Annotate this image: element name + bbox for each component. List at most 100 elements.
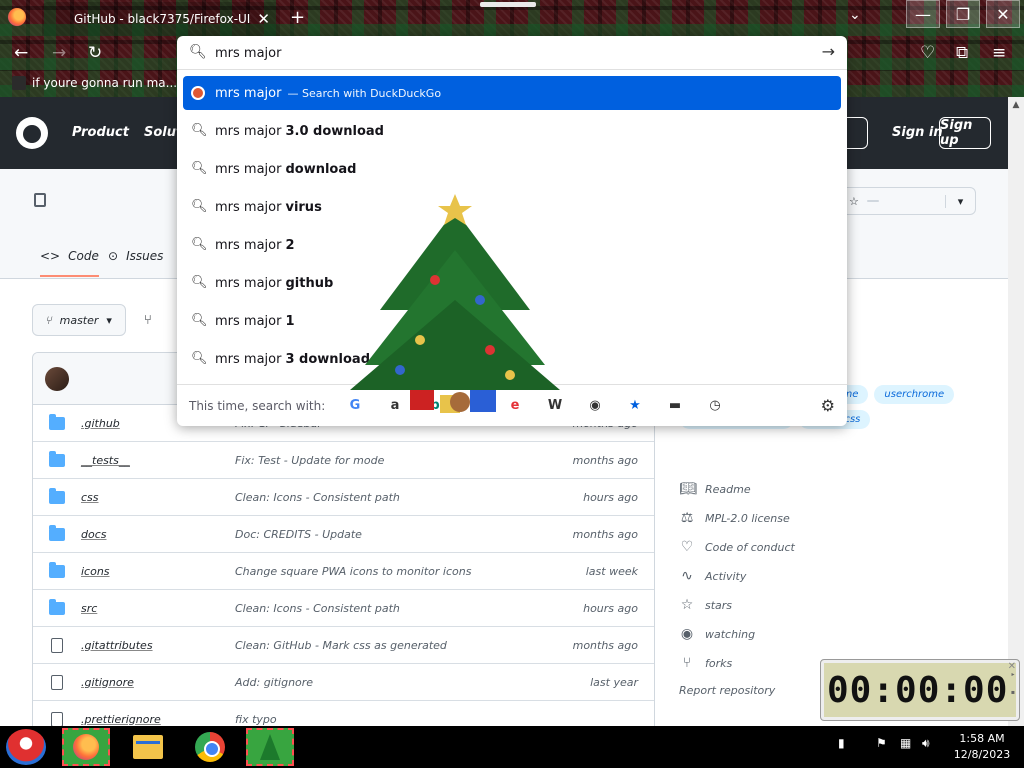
commit-message-link[interactable]: Doc: CREDITS - Update bbox=[235, 528, 362, 541]
reload-icon[interactable]: ↻ bbox=[88, 43, 102, 63]
avatar[interactable] bbox=[45, 366, 69, 391]
restore-button[interactable]: ❐ bbox=[946, 0, 980, 28]
commit-message-link[interactable]: Fix: Test - Update for mode bbox=[235, 454, 384, 467]
file-name-link[interactable]: icons bbox=[81, 565, 110, 578]
taskbar-clock[interactable]: 1:58 AM 12/8/2023 bbox=[944, 731, 1020, 763]
sidebar-item[interactable]: ⑂ forks bbox=[679, 655, 732, 671]
suggestion-base: mrs major bbox=[215, 199, 282, 215]
sidebar-item[interactable]: ☆ stars bbox=[679, 597, 732, 613]
sidebar-item[interactable]: ◉ watching bbox=[679, 626, 755, 642]
suggestion-completion: github bbox=[285, 275, 334, 291]
file-name-link[interactable]: docs bbox=[81, 528, 107, 541]
suggestion-base: mrs major bbox=[215, 313, 282, 329]
tray-action-center-icon[interactable]: ⚑ bbox=[876, 736, 887, 750]
page-scrollbar[interactable]: ▲ ▼ bbox=[1008, 97, 1024, 726]
new-tab-button[interactable]: + bbox=[290, 7, 305, 28]
sidebar-item[interactable]: 📖︎ Readme bbox=[679, 481, 751, 497]
pocket-icon[interactable]: ♡ bbox=[920, 43, 935, 63]
table-row: icons Change square PWA icons to monitor … bbox=[33, 553, 654, 590]
menu-icon[interactable]: ≡ bbox=[992, 43, 1006, 63]
bookmark-item[interactable]: if youre gonna run ma... bbox=[12, 76, 177, 90]
firefox-icon bbox=[73, 734, 99, 760]
sidebar-item-label: Activity bbox=[705, 569, 747, 583]
sign-in-link[interactable]: Sign in bbox=[892, 125, 943, 140]
commit-message-link[interactable]: Clean: Icons - Consistent path bbox=[235, 602, 400, 615]
branches-icon[interactable]: ⑂ bbox=[144, 313, 152, 328]
nav-product[interactable]: Product bbox=[72, 125, 129, 140]
chrome-icon bbox=[195, 732, 225, 762]
commit-message-link[interactable]: Clean: GitHub - Mark css as generated bbox=[235, 639, 447, 652]
taskbar-tree-app[interactable] bbox=[246, 728, 294, 766]
github-logo-icon[interactable] bbox=[16, 117, 48, 149]
chevron-down-icon[interactable]: ▾ bbox=[945, 194, 975, 208]
repo-title[interactable] bbox=[34, 193, 46, 207]
commit-message-link[interactable]: Clean: Icons - Consistent path bbox=[235, 491, 400, 504]
taskbar-chrome[interactable] bbox=[186, 728, 234, 766]
url-input[interactable] bbox=[215, 42, 795, 64]
tray-network-icon[interactable]: ▦ bbox=[900, 736, 911, 750]
history-icon[interactable]: ◷ bbox=[707, 397, 723, 413]
report-repository-link[interactable]: Report repository bbox=[679, 684, 775, 697]
suggestion-item[interactable]: 🔍︎ mrs major download bbox=[183, 152, 841, 186]
topic-tag[interactable]: userchrome bbox=[874, 385, 955, 404]
minimize-button[interactable]: — bbox=[906, 0, 940, 28]
extensions-icon[interactable]: ⧉ bbox=[956, 43, 968, 63]
tab-list-chevron-icon[interactable]: ⌄ bbox=[849, 7, 861, 23]
commit-time: months ago bbox=[572, 638, 638, 652]
taskbar-explorer[interactable] bbox=[124, 728, 172, 766]
suggestion-item[interactable]: 🔍︎ mrs major 3.0 download bbox=[183, 114, 841, 148]
suggestion-selected[interactable]: mrs major — Search with DuckDuckGo bbox=[183, 76, 841, 110]
commit-time: hours ago bbox=[583, 601, 638, 615]
tray-flag-icon[interactable]: ▮ bbox=[838, 736, 845, 750]
drag-indicator bbox=[480, 2, 536, 7]
taskbar-firefox[interactable] bbox=[62, 728, 110, 766]
folder-icon bbox=[49, 413, 65, 430]
file-name-link[interactable]: css bbox=[81, 491, 99, 504]
tab-code-label: Code bbox=[68, 249, 99, 263]
sidebar-item[interactable]: ♡ Code of conduct bbox=[679, 539, 795, 555]
commit-message-link[interactable]: Change square PWA icons to monitor icons bbox=[235, 565, 471, 578]
github-icon[interactable]: ◉ bbox=[587, 397, 603, 413]
forward-icon[interactable]: → bbox=[52, 43, 66, 63]
commit-message-link[interactable]: Add: gitignore bbox=[235, 676, 313, 689]
suggestion-completion: download bbox=[285, 161, 357, 177]
go-arrow-icon[interactable]: → bbox=[822, 42, 835, 61]
star-button[interactable]: ☆ ▾ bbox=[840, 187, 976, 215]
readme-icon: 📖︎ bbox=[679, 481, 697, 497]
table-row: .gitignore Add: gitignore last year bbox=[33, 664, 654, 701]
sidebar-item-label: watching bbox=[705, 627, 756, 641]
tray-volume-icon[interactable]: 🔊︎ bbox=[922, 736, 930, 751]
close-tab-icon[interactable]: ✕ bbox=[257, 10, 270, 28]
search-settings-gear-icon[interactable]: ⚙ bbox=[821, 396, 835, 415]
tab-github[interactable]: GitHub - black7375/Firefox-UI-Fix ✕ bbox=[42, 2, 280, 36]
tabs-icon[interactable]: ▬ bbox=[667, 397, 683, 413]
sidebar-item[interactable]: ⚖ MPL-2.0 license bbox=[679, 510, 790, 526]
start-button-icon[interactable] bbox=[6, 729, 46, 765]
suggestion-base: mrs major bbox=[215, 161, 282, 177]
taskbar: ▮ ⚑ ▦ 🔊︎ 1:58 AM 12/8/2023 bbox=[0, 726, 1024, 768]
branch-select[interactable]: ⑂ master ▾ bbox=[32, 304, 126, 336]
bookmarks-star-icon[interactable]: ★ bbox=[627, 397, 643, 413]
table-row: src Clean: Icons - Consistent path hours a… bbox=[33, 590, 654, 627]
tab-title: GitHub - black7375/Firefox-UI-Fix bbox=[74, 12, 251, 26]
commit-message-link[interactable]: fix typo bbox=[235, 713, 277, 726]
timer-controls[interactable]: ▸ ▪ bbox=[1011, 666, 1015, 702]
sign-up-button[interactable]: Sign up bbox=[939, 117, 991, 149]
scroll-up-icon[interactable]: ▲ bbox=[1008, 97, 1024, 113]
tab-bar: GitHub - black7375/Firefox-UI-Fix ✕ + ⌄ … bbox=[0, 0, 1024, 36]
suggestion-engine-meta: — Search with DuckDuckGo bbox=[287, 86, 442, 100]
firefox-logo-icon bbox=[8, 8, 26, 26]
search-icon: 🔍︎ bbox=[191, 161, 208, 176]
table-row: docs Doc: CREDITS - Update months ago bbox=[33, 516, 654, 553]
tab-code[interactable]: <> Code bbox=[40, 249, 99, 277]
file-name-link[interactable]: .gitattributes bbox=[81, 639, 153, 652]
file-name-link[interactable]: .prettierignore bbox=[81, 713, 161, 726]
tab-issues[interactable]: ⊙ Issues bbox=[108, 249, 163, 263]
file-name-link[interactable]: __tests__ bbox=[81, 454, 130, 467]
sidebar-item[interactable]: ∿ Activity bbox=[679, 568, 746, 584]
back-icon[interactable]: ← bbox=[14, 43, 28, 63]
file-name-link[interactable]: .gitignore bbox=[81, 676, 134, 689]
file-name-link[interactable]: src bbox=[81, 602, 97, 615]
file-name-link[interactable]: .github bbox=[81, 417, 120, 430]
close-window-button[interactable]: ✕ bbox=[986, 0, 1020, 28]
